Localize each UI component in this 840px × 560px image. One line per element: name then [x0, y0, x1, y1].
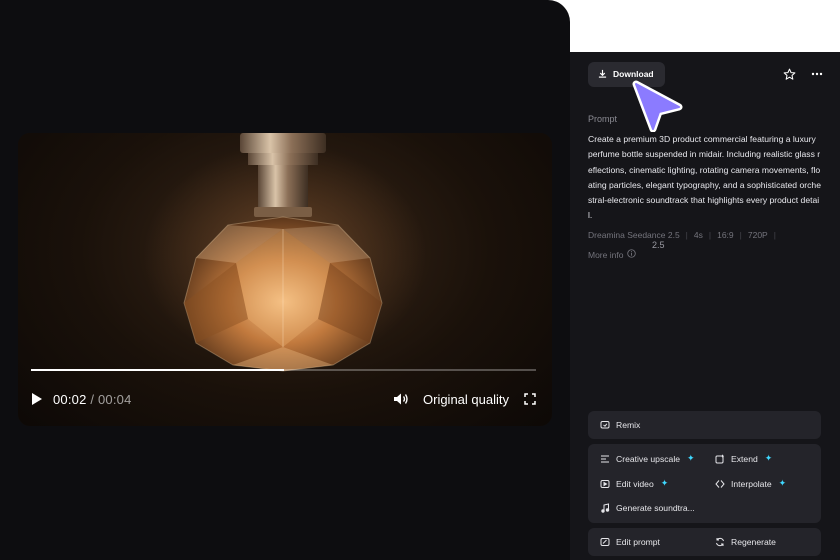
more-info-label: More info	[588, 249, 624, 260]
download-icon	[598, 69, 607, 80]
edit-prompt-label: Edit prompt	[616, 537, 660, 547]
generate-soundtrack-label: Generate soundtra...	[616, 503, 695, 513]
cursor-pointer-icon	[632, 80, 683, 132]
total-time: / 00:04	[90, 391, 132, 407]
sparkle-icon: ✦	[778, 478, 787, 488]
extend-button[interactable]: Extend ✦	[715, 453, 772, 464]
sparkle-icon: ✦	[687, 453, 695, 463]
generate-soundtrack-button[interactable]: Generate soundtra...	[600, 503, 695, 513]
meta-ratio: 16:9	[717, 230, 734, 240]
regenerate-label: Regenerate	[731, 537, 776, 547]
edit-prompt-button[interactable]: Edit prompt	[600, 537, 660, 547]
edit-prompt-icon	[600, 537, 610, 547]
play-icon[interactable]	[31, 391, 45, 407]
download-label: Download	[613, 69, 654, 79]
details-header: Download	[588, 61, 826, 87]
extend-icon	[715, 454, 725, 464]
video-viewer-panel: 00:02 / 00:04 Original quality	[0, 0, 570, 560]
remix-label: Remix	[616, 420, 641, 430]
prompt-label: Prompt	[588, 114, 618, 124]
regenerate-icon	[715, 537, 725, 547]
prompt-actions-card: Edit prompt Regenerate	[588, 528, 821, 556]
regenerate-button[interactable]: Regenerate	[715, 537, 776, 547]
edit-video-icon	[600, 479, 610, 489]
app-stage: 00:02 / 00:04 Original quality Download …	[0, 0, 840, 560]
interpolate-icon	[715, 479, 725, 489]
video-progress-bar[interactable]	[31, 369, 536, 371]
edit-video-button[interactable]: Edit video ✦	[600, 478, 668, 489]
star-icon[interactable]	[780, 65, 798, 83]
sparkle-icon: ✦	[660, 478, 669, 488]
creative-upscale-button[interactable]: Creative upscale ✦	[600, 453, 695, 464]
model-version-badge: 2.5	[652, 240, 665, 250]
extend-label: Extend	[731, 453, 758, 464]
music-note-icon	[600, 503, 610, 513]
volume-icon[interactable]	[393, 391, 409, 407]
generation-meta: Dreamina Seedance 2.5 | 4s | 16:9 | 720P…	[588, 230, 776, 240]
prompt-text: Create a premium 3D product commercial f…	[588, 134, 821, 221]
quality-selector[interactable]: Original quality	[423, 392, 509, 407]
more-info-link[interactable]: More info	[588, 249, 637, 260]
video-controls: 00:02 / 00:04 Original quality	[31, 389, 538, 409]
interpolate-button[interactable]: Interpolate ✦	[715, 478, 786, 489]
interpolate-label: Interpolate	[731, 478, 772, 489]
current-time: 00:02	[53, 391, 87, 407]
video-progress-fill	[31, 369, 284, 371]
remix-button[interactable]: Remix	[600, 420, 640, 430]
perfume-bottle-image	[183, 133, 383, 372]
details-panel: Download Prompt Create a premium 3D prod…	[570, 52, 840, 560]
video-time: 00:02 / 00:04	[53, 392, 132, 407]
meta-model: Dreamina Seedance 2.5	[588, 230, 680, 240]
meta-resolution: 720P	[747, 230, 768, 240]
upscale-icon	[600, 454, 610, 464]
sparkle-icon: ✦	[764, 453, 773, 463]
edit-video-label: Edit video	[616, 478, 654, 489]
video-player[interactable]: 00:02 / 00:04 Original quality	[18, 133, 552, 426]
more-icon[interactable]	[808, 65, 826, 83]
remix-card: Remix	[588, 411, 821, 439]
meta-duration: 4s	[693, 230, 703, 240]
creative-upscale-label: Creative upscale	[616, 453, 681, 464]
fullscreen-icon[interactable]	[524, 392, 538, 406]
edit-actions-card: Creative upscale ✦ Extend ✦ Edit video ✦	[588, 444, 821, 523]
info-icon	[627, 249, 637, 260]
remix-icon	[600, 420, 610, 430]
